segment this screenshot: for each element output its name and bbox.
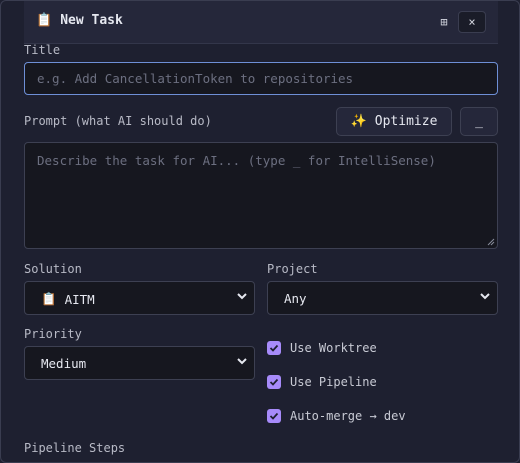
title-placeholder: e.g. Add CancellationToken to repositori… — [37, 71, 354, 86]
chevron-down-icon — [480, 293, 490, 300]
dialog-title-text: New Task — [60, 13, 123, 28]
expand-icon[interactable]: ⊞ — [430, 11, 458, 33]
chevron-down-icon — [237, 293, 247, 300]
project-select[interactable]: Any — [267, 281, 498, 315]
checkbox-checked-icon[interactable] — [267, 375, 281, 389]
clipboard-icon: 📋 — [36, 13, 53, 28]
project-value: Any — [284, 291, 307, 306]
priority-value: Medium — [41, 356, 87, 371]
pipeline-steps-label: Pipeline Steps — [24, 441, 126, 455]
priority-label: Priority — [24, 327, 82, 341]
dialog-titlebar: 📋 New Task ⊞ × — [24, 1, 498, 44]
solution-select[interactable]: 📋 AITM — [24, 281, 255, 315]
resize-handle-icon[interactable] — [487, 238, 495, 246]
sparkles-icon: ✨ — [350, 114, 367, 129]
optimize-button[interactable]: ✨ Optimize — [336, 107, 452, 136]
use-pipeline-label: Use Pipeline — [290, 375, 377, 389]
auto-merge-label: Auto-merge → dev — [290, 409, 406, 423]
intellisense-button[interactable]: _ — [460, 107, 498, 136]
prompt-placeholder: Describe the task for AI... (type _ for … — [37, 153, 436, 168]
optimize-label: Optimize — [374, 114, 438, 129]
prompt-label: Prompt (what AI should do) — [24, 114, 212, 128]
prompt-textarea[interactable]: Describe the task for AI... (type _ for … — [24, 142, 498, 249]
solution-label: Solution — [24, 262, 82, 276]
close-button[interactable]: × — [458, 11, 486, 33]
solution-value-text: AITM — [64, 291, 95, 307]
title-label: Title — [24, 43, 61, 57]
clipboard-icon: 📋 — [41, 291, 57, 306]
dialog-title: 📋 New Task — [36, 13, 123, 28]
use-worktree-checkbox[interactable]: Use Worktree — [267, 341, 377, 355]
project-label: Project — [267, 262, 318, 276]
use-worktree-label: Use Worktree — [290, 341, 377, 355]
chevron-down-icon — [237, 358, 247, 365]
checkbox-checked-icon[interactable] — [267, 409, 281, 423]
priority-select[interactable]: Medium — [24, 346, 255, 380]
title-input[interactable]: e.g. Add CancellationToken to repositori… — [24, 62, 498, 95]
new-task-dialog: 📋 New Task ⊞ × Title e.g. Add Cancellati… — [0, 0, 520, 463]
solution-value: 📋 AITM — [41, 291, 95, 307]
checkbox-checked-icon[interactable] — [267, 341, 281, 355]
use-pipeline-checkbox[interactable]: Use Pipeline — [267, 375, 377, 389]
auto-merge-checkbox[interactable]: Auto-merge → dev — [267, 409, 406, 423]
